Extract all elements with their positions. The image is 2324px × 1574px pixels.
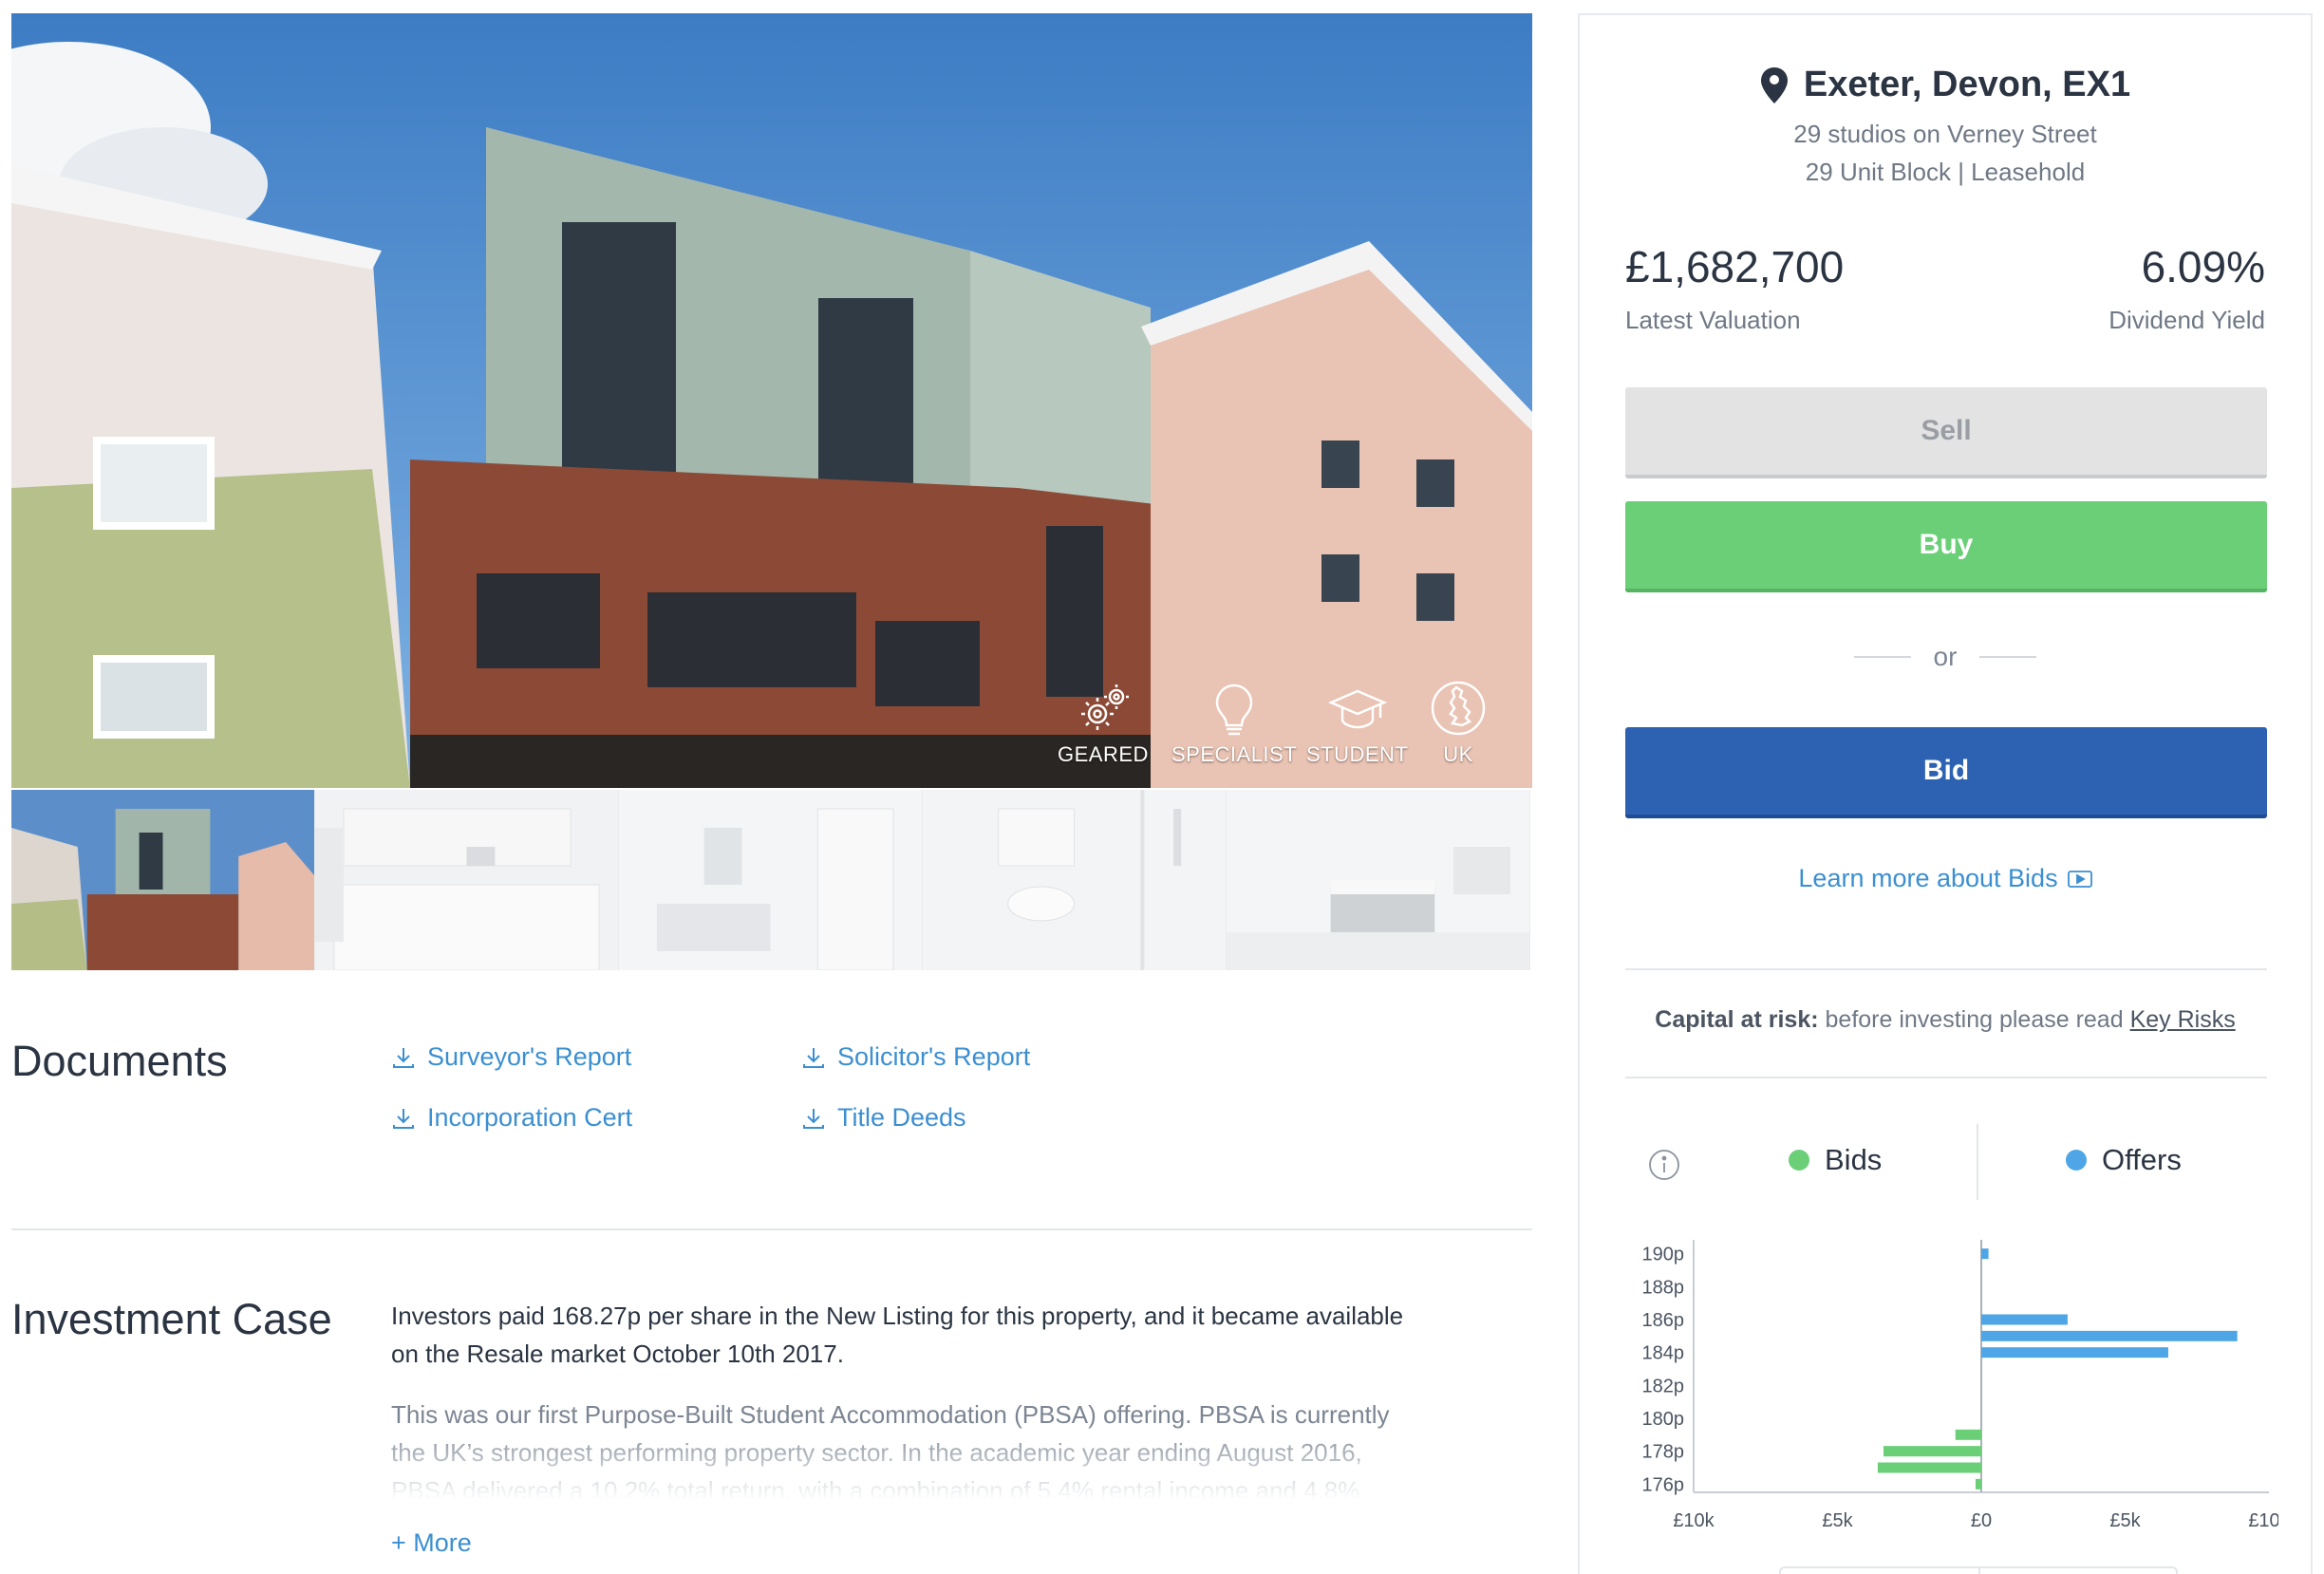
offer-bar: [1981, 1330, 2238, 1341]
bid-bar: [1975, 1478, 1981, 1490]
valuation-value: £1,682,700: [1625, 242, 1845, 291]
valuation-label: Latest Valuation: [1625, 306, 1801, 334]
or-separator: or: [1580, 642, 2311, 672]
y-tick-label: 176p: [1642, 1474, 1685, 1495]
tag-uk-label: UK: [1443, 742, 1473, 766]
tag-student-label: STUDENT: [1306, 742, 1409, 766]
tag-geared-label: GEARED: [1058, 742, 1149, 766]
graduation-cap-icon: [1327, 689, 1387, 729]
tag-uk: UK: [1428, 678, 1489, 767]
incorporation-cert-label: Incorporation Cert: [427, 1103, 633, 1132]
bid-button[interactable]: Bid: [1625, 727, 2267, 818]
y-tick-label: 186p: [1642, 1310, 1685, 1331]
bottom-tabs: [1779, 1566, 2178, 1574]
download-icon: [393, 1108, 414, 1129]
property-hero-image: GEARED SPECIALIST STUDENT UK: [11, 13, 1532, 788]
section-divider: [11, 1228, 1532, 1230]
tag-student: STUDENT: [1306, 678, 1408, 767]
y-tick-label: 190p: [1642, 1245, 1685, 1265]
location-pin-icon: [1760, 66, 1788, 103]
bid-bar: [1955, 1429, 1981, 1440]
location-text: Exeter, Devon, EX1: [1803, 65, 2131, 104]
offer-bar: [1981, 1347, 2168, 1359]
documents-title: Documents: [11, 1037, 228, 1085]
y-tick-label: 180p: [1642, 1409, 1685, 1430]
surveyors-report-label: Surveyor's Report: [427, 1042, 632, 1071]
y-tick-label: 182p: [1642, 1376, 1685, 1396]
incorporation-cert-link[interactable]: Incorporation Cert: [391, 1103, 632, 1133]
dividend-yield-value: 6.09%: [2141, 242, 2265, 291]
panel-divider: [1625, 968, 2267, 970]
thumbnail-strip: [11, 790, 1532, 970]
capital-risk-notice: Capital at risk: before investing please…: [1580, 1006, 2311, 1034]
investment-case-lead: Investors paid 168.27p per share in the …: [391, 1302, 1404, 1368]
key-risks-link[interactable]: Key Risks: [2130, 1006, 2236, 1033]
offers-dot: [2066, 1150, 2087, 1171]
thumbnail-kitchen[interactable]: [315, 790, 619, 970]
y-tick-label: 178p: [1642, 1442, 1685, 1463]
y-tick-label: 184p: [1642, 1343, 1685, 1364]
or-line-left: [1853, 656, 1911, 658]
thumbnail-studio-bedroom[interactable]: [1227, 790, 1530, 970]
lightbulb-icon: [1215, 684, 1253, 736]
title-deeds-link[interactable]: Title Deeds: [801, 1103, 966, 1133]
sell-button[interactable]: Sell: [1625, 387, 2267, 478]
solicitors-report-label: Solicitor's Report: [837, 1042, 1031, 1071]
gears-icon: [1080, 684, 1129, 730]
surveyors-report-link[interactable]: Surveyor's Report: [391, 1042, 631, 1072]
thumbnail-bedroom-hallway[interactable]: [619, 790, 923, 970]
download-icon: [803, 1047, 824, 1068]
x-tick-label: £5k: [1822, 1510, 1853, 1531]
text-fade-overlay: [391, 1424, 1416, 1500]
trade-panel: Exeter, Devon, EX1 29 studios on Verney …: [1578, 13, 2313, 1574]
dividend-yield-label: Dividend Yield: [2108, 306, 2265, 334]
x-tick-label: £5k: [2109, 1510, 2141, 1531]
tag-specialist: SPECIALIST: [1171, 678, 1297, 767]
thumbnail-building-exterior[interactable]: [11, 790, 315, 970]
x-tick-label: £10k: [2248, 1510, 2278, 1531]
panel-divider: [1625, 1077, 2267, 1078]
risk-bold: Capital at risk:: [1655, 1006, 1819, 1033]
order-book-chart: 190p 188p 186p 184p 182p 180p 178p 176p £10k £5k £…: [1642, 1240, 2278, 1531]
risk-text: before investing please read: [1818, 1006, 2130, 1033]
investment-case-title: Investment Case: [11, 1295, 332, 1343]
video-icon: [2067, 870, 2092, 888]
download-icon: [393, 1047, 414, 1068]
legend-offers[interactable]: Offers: [2066, 1143, 2182, 1177]
legend-offers-label: Offers: [2102, 1143, 2182, 1176]
bid-bar: [1883, 1446, 1981, 1457]
x-tick-label: £10k: [1673, 1510, 1715, 1531]
or-text: or: [1933, 642, 1958, 671]
learn-more-label: Learn more about Bids: [1798, 864, 2058, 892]
learn-more-bids-link[interactable]: Learn more about Bids: [1580, 864, 2311, 893]
title-deeds-label: Title Deeds: [837, 1103, 966, 1132]
solicitors-report-link[interactable]: Solicitor's Report: [801, 1042, 1030, 1072]
uk-map-icon: [1431, 681, 1486, 736]
info-icon[interactable]: [1648, 1149, 1680, 1181]
download-icon: [803, 1108, 824, 1129]
tag-geared: GEARED: [1058, 678, 1149, 767]
property-subtitle: 29 studios on Verney Street: [1793, 120, 2097, 148]
legend-separator: [1977, 1124, 1978, 1200]
x-tick-label: £0: [1971, 1510, 1992, 1531]
location-heading: Exeter, Devon, EX1: [1580, 65, 2311, 105]
hero-photo: [11, 13, 1532, 788]
y-tick-label: 188p: [1642, 1277, 1685, 1298]
bids-dot: [1789, 1150, 1809, 1171]
tag-specialist-label: SPECIALIST: [1171, 742, 1298, 766]
offer-bar: [1981, 1248, 1989, 1260]
bid-bar: [1877, 1462, 1981, 1473]
or-line-right: [1979, 656, 2037, 658]
legend-bids[interactable]: Bids: [1789, 1143, 1882, 1177]
property-tags: GEARED SPECIALIST STUDENT UK: [1058, 678, 1532, 788]
thumbnail-bathroom[interactable]: [923, 790, 1227, 970]
property-tenure: 29 Unit Block | Leasehold: [1805, 158, 2086, 186]
offer-bar: [1981, 1314, 2068, 1325]
more-link[interactable]: + More: [391, 1528, 472, 1558]
legend-bids-label: Bids: [1825, 1143, 1883, 1176]
buy-button[interactable]: Buy: [1625, 501, 2267, 592]
